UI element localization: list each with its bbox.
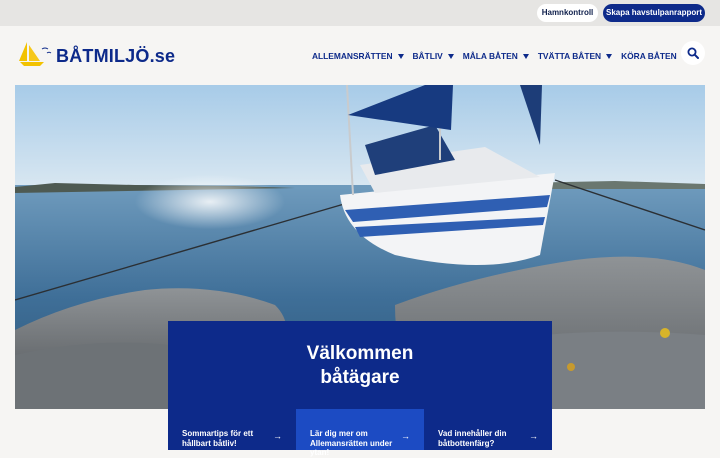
search-icon: [687, 47, 699, 59]
nav-item-batliv[interactable]: BÅTLIV: [413, 49, 454, 63]
nav-item-allemansratten[interactable]: ALLEMANSRÄTTEN: [312, 49, 404, 63]
caret-down-icon: [522, 53, 529, 59]
nav-item-label: TVÄTTA BÅTEN: [537, 51, 602, 61]
card-sommartips[interactable]: Sommartips för ett hållbart båtliv! →: [168, 409, 296, 450]
nav-item-kora-baten[interactable]: KÖRA BÅTEN: [621, 49, 688, 63]
nav-item-label: BÅTLIV: [412, 51, 443, 61]
nav-item-label: MÅLA BÅTEN: [462, 51, 518, 61]
welcome-heading-line2: båtägare: [320, 367, 400, 388]
arrow-right-icon: →: [273, 431, 282, 441]
nav-item-tvatta-baten[interactable]: TVÄTTA BÅTEN: [537, 49, 613, 63]
arrow-right-icon: →: [529, 431, 538, 441]
nav-item-label: KÖRA BÅTEN: [621, 51, 677, 61]
logo-wordmark: BÅTMILJÖ.se: [56, 46, 176, 66]
site-logo[interactable]: BÅTMILJÖ.se: [18, 39, 188, 71]
caret-down-icon: [397, 53, 404, 59]
card-label: Vad innehåller din båtbottenfärg?: [438, 429, 507, 448]
welcome-heading-line1: Välkommen: [306, 343, 414, 364]
feature-cards: Sommartips för ett hållbart båtliv! → Lä…: [168, 409, 552, 457]
main-nav: ALLEMANSRÄTTEN BÅTLIV MÅLA BÅTEN TVÄTTA …: [312, 49, 697, 63]
utility-bar: Hamnkontroll Skapa havstulpanrapport: [0, 0, 720, 26]
card-batbottenfarg[interactable]: Vad innehåller din båtbottenfärg? →: [424, 409, 552, 450]
nav-item-label: ALLEMANSRÄTTEN: [312, 51, 393, 61]
site-header: BÅTMILJÖ.se ALLEMANSRÄTTEN BÅTLIV MÅLA B…: [0, 26, 720, 84]
hamnkontroll-link[interactable]: Hamnkontroll: [537, 4, 598, 22]
welcome-panel: Välkommen båtägare: [168, 321, 552, 409]
card-allemansratten[interactable]: Lär dig mer om Allemansrätten under ytan…: [296, 409, 424, 457]
sailboat-logo-icon: [19, 42, 52, 66]
card-label: Sommartips för ett hållbart båtliv!: [182, 429, 254, 448]
card-label: Lär dig mer om Allemansrätten under ytan…: [310, 429, 393, 457]
caret-down-icon: [447, 53, 454, 59]
havstulpanrapport-button[interactable]: Skapa havstulpanrapport: [603, 4, 705, 22]
caret-down-icon: [606, 53, 613, 59]
search-button[interactable]: [681, 41, 705, 65]
welcome-heading: Välkommen båtägare: [168, 342, 552, 390]
arrow-right-icon: →: [401, 431, 410, 441]
nav-item-mala-baten[interactable]: MÅLA BÅTEN: [463, 49, 529, 63]
